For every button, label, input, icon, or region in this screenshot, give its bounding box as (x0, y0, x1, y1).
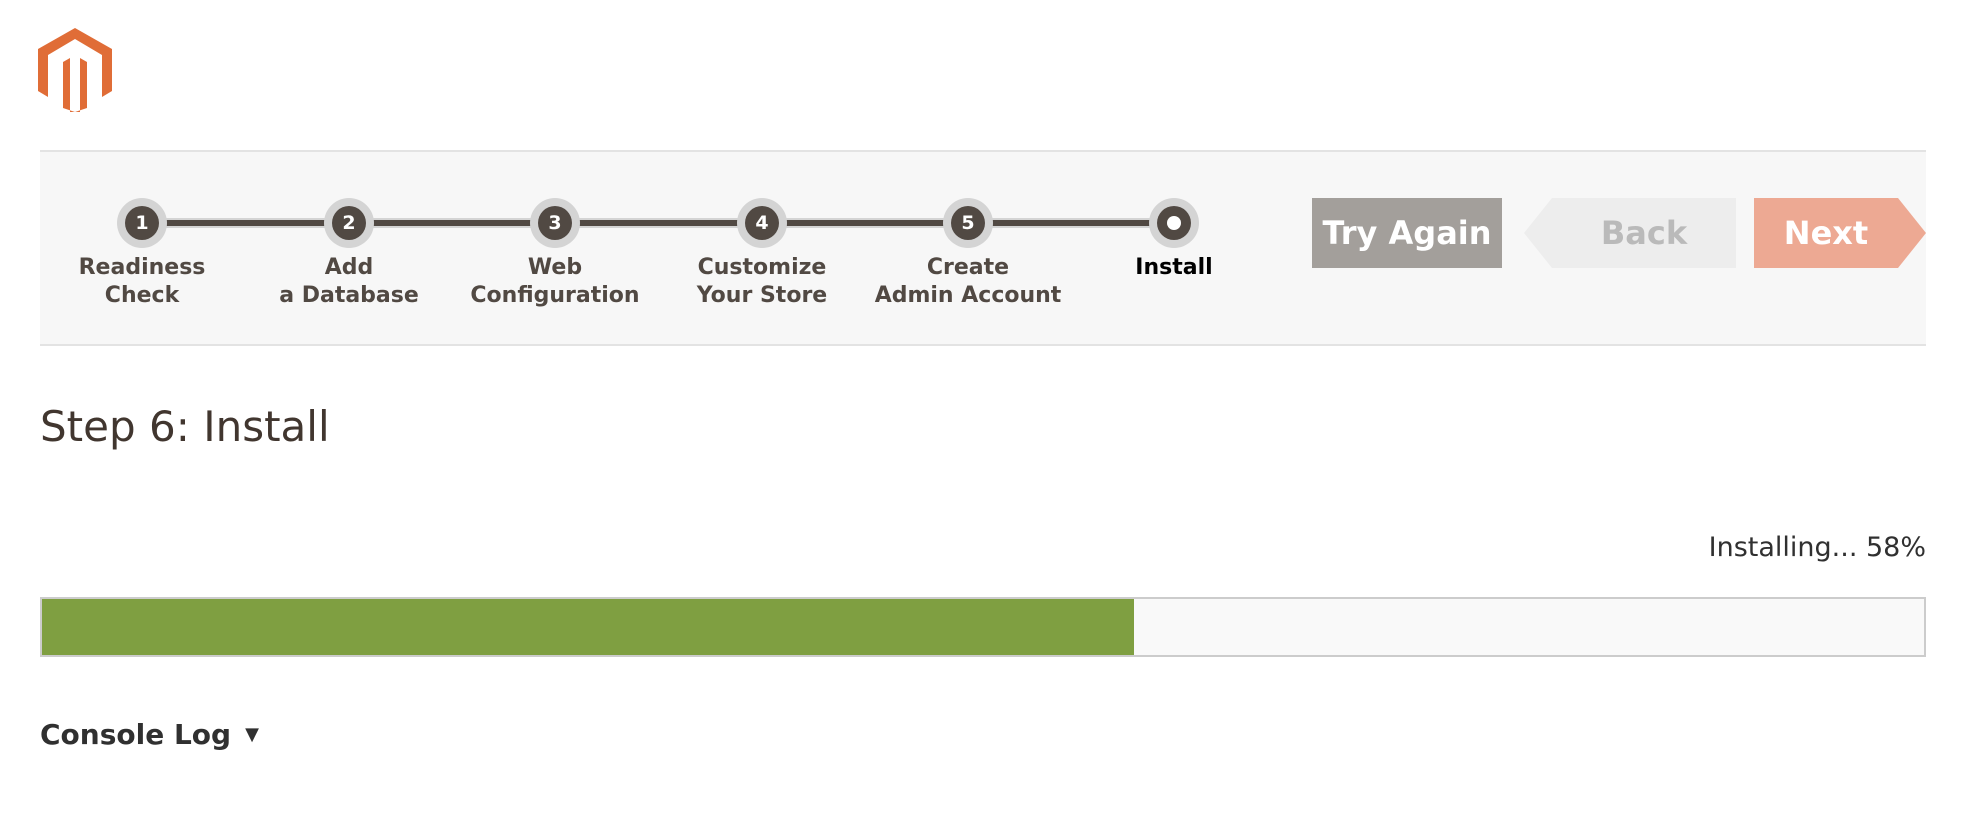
step-label-current: Install (1135, 255, 1213, 280)
step-readiness-check: 1 Readiness Check (42, 198, 242, 310)
step-customize-store: 4 Customize Your Store (662, 198, 862, 310)
step-number-2: 2 (332, 206, 366, 240)
console-log-toggle[interactable]: Console Log ▼ (40, 718, 259, 751)
step-number-3: 3 (538, 206, 572, 240)
progress-status-text: Installing... 58% (1708, 532, 1926, 563)
step-label: Web Configuration (470, 255, 640, 308)
step-number-5: 5 (951, 206, 985, 240)
wizard-navigation: 1 Readiness Check 2 Add a Database 3 Web… (40, 150, 1926, 346)
step-create-admin-account: 5 Create Admin Account (868, 198, 1068, 310)
console-log-label: Console Log (40, 718, 232, 751)
step-label: Readiness Check (78, 255, 206, 308)
page-title: Step 6: Install (40, 402, 330, 451)
caret-down-icon: ▼ (245, 724, 259, 745)
step-number-1: 1 (125, 206, 159, 240)
step-label: Add a Database (279, 255, 419, 308)
magento-logo-icon (38, 28, 112, 112)
step-label: Create Admin Account (874, 255, 1062, 308)
next-button[interactable]: Next (1754, 198, 1926, 268)
current-step-indicator-icon (1157, 206, 1191, 240)
step-label: Customize Your Store (696, 255, 828, 308)
step-install-current: Install (1074, 198, 1274, 282)
step-add-database: 2 Add a Database (249, 198, 449, 310)
progress-bar-fill (42, 599, 1134, 655)
step-web-configuration: 3 Web Configuration (455, 198, 655, 310)
try-again-button[interactable]: Try Again (1312, 198, 1502, 268)
step-number-4: 4 (745, 206, 779, 240)
back-button[interactable]: Back (1524, 198, 1736, 268)
install-progress-bar (40, 597, 1926, 657)
